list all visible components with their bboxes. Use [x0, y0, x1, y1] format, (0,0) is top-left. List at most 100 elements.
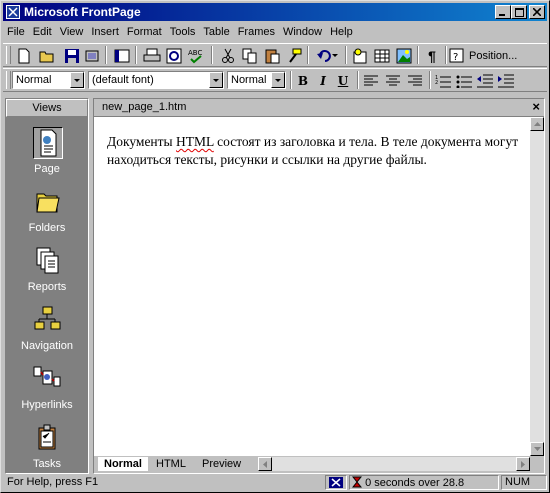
align-center-button[interactable]	[383, 70, 403, 91]
spelling-button[interactable]: ABC	[185, 45, 207, 66]
toolbar-grip[interactable]	[6, 71, 11, 89]
font-size-value: Normal	[231, 74, 267, 86]
menu-format[interactable]: Format	[123, 22, 166, 42]
undo-dropdown-button[interactable]	[329, 45, 341, 66]
menu-frames[interactable]: Frames	[234, 22, 279, 42]
view-label: Navigation	[21, 340, 73, 352]
vertical-scrollbar[interactable]	[530, 117, 544, 456]
insert-table-button[interactable]	[371, 45, 393, 66]
chevron-down-icon[interactable]	[209, 72, 223, 88]
increase-indent-button[interactable]	[496, 70, 516, 91]
chevron-down-icon[interactable]	[271, 72, 285, 88]
tab-normal[interactable]: Normal	[98, 457, 148, 471]
maximize-button[interactable]	[511, 5, 527, 19]
decrease-indent-button[interactable]	[475, 70, 495, 91]
font-size-select[interactable]: Normal	[227, 71, 286, 89]
close-icon	[533, 8, 541, 16]
align-center-icon	[386, 75, 400, 85]
folder-list-button[interactable]	[111, 45, 133, 66]
menu-file[interactable]: File	[3, 22, 29, 42]
format-painter-button[interactable]	[283, 45, 305, 66]
misspelled-word[interactable]: HTML	[176, 134, 214, 149]
view-label: Tasks	[32, 458, 62, 470]
arrow-down-icon	[533, 447, 541, 451]
num-lock-indicator: NUM	[501, 475, 547, 490]
decrease-indent-icon	[477, 74, 493, 87]
formatting-toolbar: Normal (default font) Normal B I U 12	[3, 68, 547, 92]
view-hyperlinks[interactable]: Hyperlinks	[6, 359, 88, 417]
bold-button[interactable]: B	[293, 70, 313, 91]
document-tab-name: new_page_1.htm	[102, 101, 187, 113]
italic-button[interactable]: I	[313, 70, 333, 91]
preview-browser-button[interactable]	[163, 45, 185, 66]
save-button[interactable]	[61, 45, 83, 66]
menu-view[interactable]: View	[56, 22, 88, 42]
horizontal-scrollbar[interactable]	[258, 457, 530, 471]
align-left-icon	[364, 75, 378, 85]
view-folders[interactable]: Folders	[6, 182, 88, 240]
page-paragraph[interactable]: Документы HTML состоят из заголовка и те…	[107, 133, 522, 169]
frontpage-status-icon	[329, 477, 343, 488]
show-all-button[interactable]: ¶	[421, 45, 443, 66]
print-icon	[143, 48, 161, 61]
italic-icon: I	[320, 73, 326, 88]
open-button[interactable]	[37, 45, 59, 66]
view-label: Hyperlinks	[21, 399, 73, 411]
toolbar-separator	[105, 46, 107, 64]
font-value: (default font)	[92, 74, 154, 86]
font-select[interactable]: (default font)	[88, 71, 224, 89]
frontpage-window: Microsoft FrontPage File Edit View Insert Fo…	[0, 0, 550, 493]
style-select[interactable]: Normal	[12, 71, 85, 89]
insert-component-button[interactable]	[349, 45, 371, 66]
publish-button[interactable]	[81, 45, 103, 66]
chevron-down-icon[interactable]	[70, 72, 84, 88]
spelling-icon: ABC	[188, 49, 202, 63]
align-left-button[interactable]	[361, 70, 381, 91]
insert-picture-icon	[396, 48, 412, 63]
status-mode-panel	[325, 475, 347, 490]
page-canvas[interactable]: Документы HTML состоят из заголовка и те…	[94, 117, 530, 456]
toolbar-separator	[417, 46, 419, 64]
status-bar: For Help, press F1 0 seconds over 28.8 N…	[3, 475, 547, 491]
tab-preview[interactable]: Preview	[196, 457, 247, 471]
status-download-time-panel: 0 seconds over 28.8	[349, 475, 499, 490]
toolbar-grip[interactable]	[6, 46, 11, 64]
print-button[interactable]	[141, 45, 163, 66]
title-bar[interactable]: Microsoft FrontPage	[3, 3, 547, 21]
minimize-button[interactable]	[495, 5, 511, 19]
tab-html[interactable]: HTML	[150, 457, 192, 471]
scroll-down-button[interactable]	[530, 442, 544, 456]
svg-text:2: 2	[435, 80, 438, 86]
view-reports[interactable]: Reports	[6, 241, 88, 299]
insert-picture-button[interactable]	[393, 45, 415, 66]
scroll-right-button[interactable]	[516, 457, 530, 471]
view-navigation[interactable]: Navigation	[6, 300, 88, 358]
position-button[interactable]: ? Position...	[449, 45, 539, 66]
menu-help[interactable]: Help	[326, 22, 357, 42]
menu-edit[interactable]: Edit	[29, 22, 56, 42]
view-page[interactable]: Page	[6, 123, 88, 181]
align-right-button[interactable]	[405, 70, 425, 91]
toolbar-separator	[445, 46, 447, 64]
scroll-up-button[interactable]	[530, 117, 544, 131]
underline-button[interactable]: U	[333, 70, 353, 91]
copy-icon	[242, 48, 257, 63]
menu-tools[interactable]: Tools	[166, 22, 200, 42]
menu-window[interactable]: Window	[279, 22, 326, 42]
bullets-button[interactable]	[454, 70, 474, 91]
new-page-icon	[18, 48, 30, 63]
frontpage-app-icon[interactable]	[6, 5, 20, 19]
numbering-button[interactable]: 12	[433, 70, 453, 91]
new-button[interactable]	[13, 45, 35, 66]
copy-button[interactable]	[239, 45, 261, 66]
paste-button[interactable]	[261, 45, 283, 66]
scroll-left-button[interactable]	[258, 457, 272, 471]
cut-button[interactable]	[217, 45, 239, 66]
svg-text:?: ?	[453, 52, 458, 63]
close-button[interactable]	[529, 5, 545, 19]
menu-insert[interactable]: Insert	[87, 22, 123, 42]
view-tasks[interactable]: Tasks	[6, 418, 88, 476]
close-document-icon[interactable]: ×	[532, 99, 540, 114]
menu-table[interactable]: Table	[199, 22, 233, 42]
document-tab[interactable]: new_page_1.htm ×	[94, 99, 544, 117]
